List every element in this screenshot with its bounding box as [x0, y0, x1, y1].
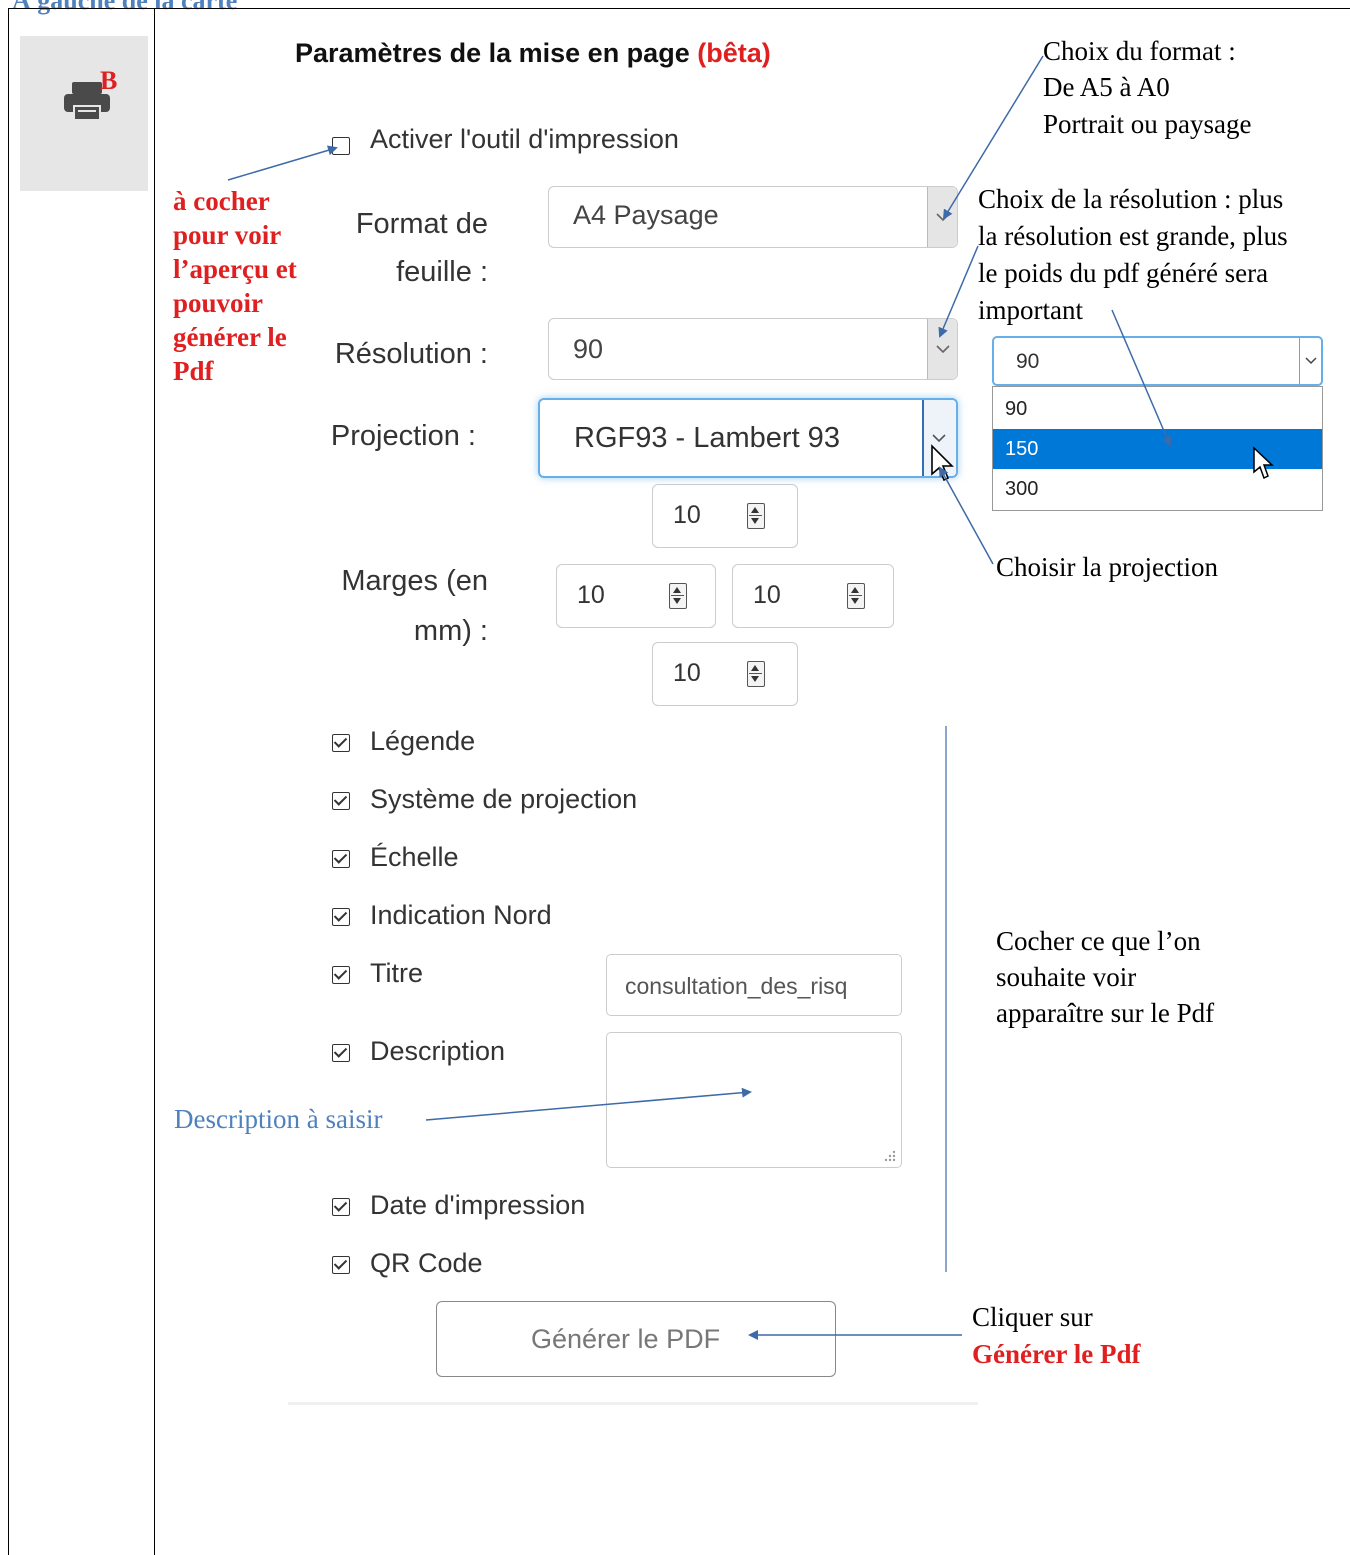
arrow-format-hint [942, 55, 1044, 220]
annotation-arrows-overlay [227, 55, 1172, 1340]
arrow-projection-hint [939, 466, 994, 565]
arrow-resolution-hint [938, 245, 979, 338]
arrow-checkbox-hint [227, 145, 338, 181]
arrow-description-hint [425, 1087, 752, 1121]
arrow-resolution-dropdown [1111, 309, 1172, 447]
